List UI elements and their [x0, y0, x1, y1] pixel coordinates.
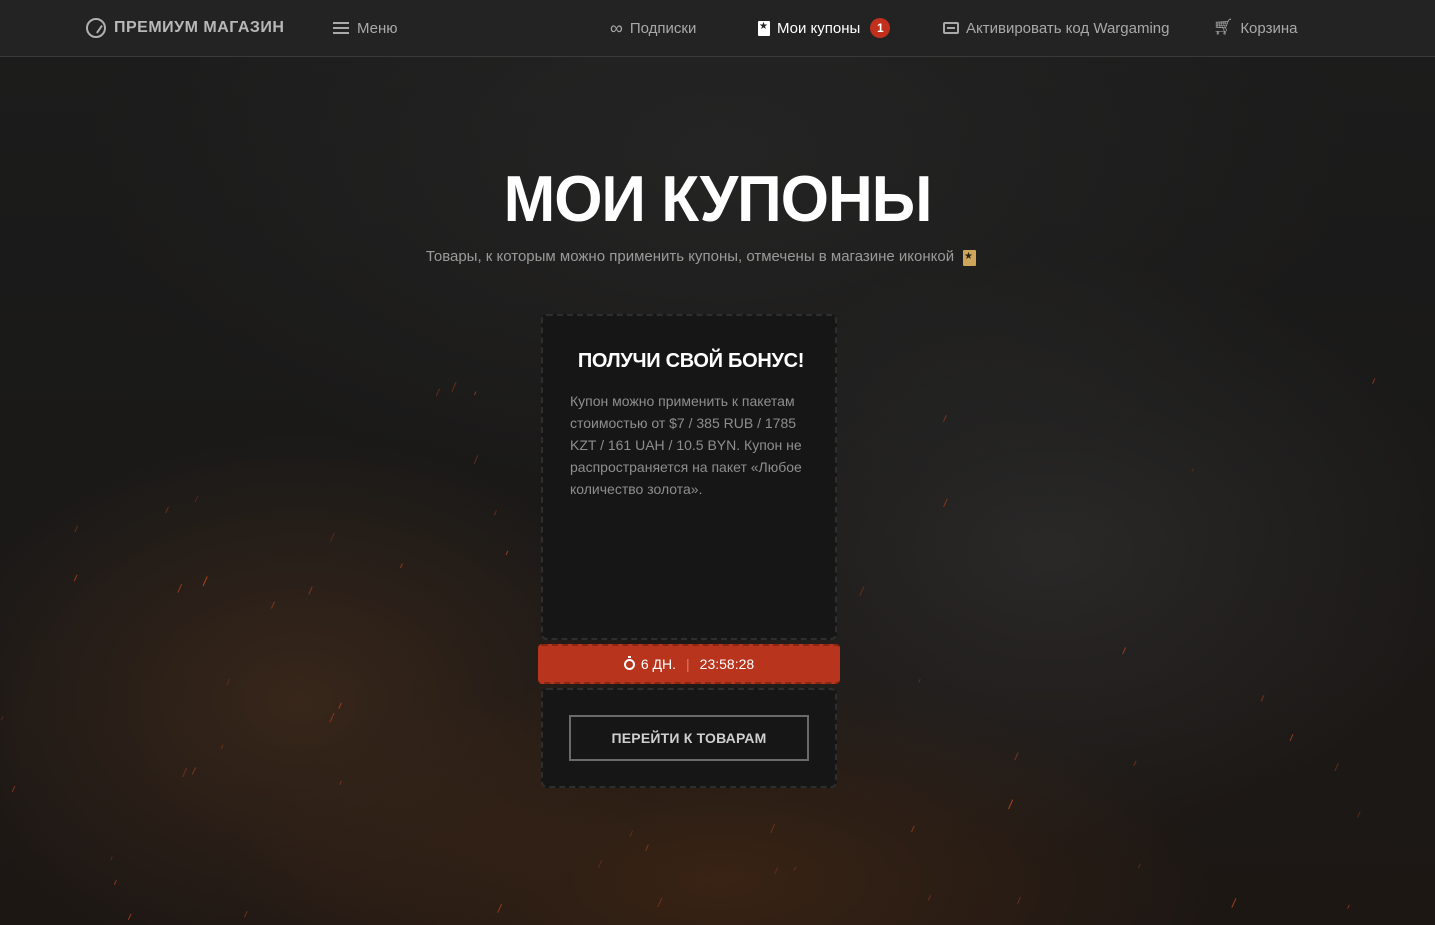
ember-spark — [330, 532, 335, 542]
ember-spark — [399, 563, 403, 569]
ember-spark — [73, 574, 78, 582]
coupon-description: Купон можно применить к пакетам стоимост… — [570, 393, 802, 497]
go-to-products-button[interactable]: ПЕРЕЙТИ К ТОВАРАМ — [569, 715, 809, 761]
ember-spark — [226, 678, 231, 686]
ember-spark — [774, 866, 779, 875]
ember-spark — [493, 510, 497, 516]
page-subtitle: Товары, к которым можно применить купоны… — [425, 248, 955, 265]
timer-time: 23:58:28 — [699, 656, 755, 672]
ember-spark — [657, 897, 663, 908]
ember-spark — [918, 678, 921, 683]
nav-subscriptions[interactable]: ∞ Подписки — [610, 17, 696, 39]
ember-spark — [1260, 695, 1265, 702]
ember-spark — [770, 823, 776, 833]
ember-spark — [859, 586, 865, 596]
coupon-timer: 6 ДН. | 23:58:28 — [538, 644, 840, 684]
ember-spark — [74, 525, 79, 533]
coupon-icon — [758, 20, 770, 36]
ember-spark — [1289, 734, 1294, 741]
ember-spark — [11, 785, 16, 793]
ember-spark — [194, 495, 199, 503]
timer-separator: | — [686, 656, 690, 672]
nav-my-coupons[interactable]: Мои купоны 1 — [758, 17, 891, 39]
stopwatch-icon — [623, 655, 635, 670]
ember-spark — [1014, 752, 1019, 761]
ember-spark — [329, 712, 335, 723]
ember-spark — [473, 391, 477, 396]
ember-spark — [645, 844, 649, 852]
ember-spark — [1347, 904, 1350, 909]
ember-spark — [1137, 863, 1141, 869]
nav-my-coupons-label: Мои купоны — [777, 19, 861, 37]
ember-spark — [0, 716, 4, 721]
ember-spark — [270, 601, 275, 609]
cart-icon: 🛒︎ — [1213, 19, 1234, 36]
ember-spark — [308, 586, 313, 595]
menu-button[interactable]: Меню — [333, 17, 398, 39]
ember-spark — [1122, 647, 1126, 654]
ember-spark — [497, 903, 503, 913]
nav-activate-code[interactable]: Активировать код Wargaming — [943, 17, 1169, 39]
ember-spark — [598, 860, 603, 868]
ember-spark — [338, 702, 342, 709]
coupon-title: ПОЛУЧИ СВОЙ БОНУС! — [577, 350, 805, 372]
ember-spark — [1133, 760, 1137, 766]
coupon-card: ПОЛУЧИ СВОЙ БОНУС! Купон можно применить… — [538, 314, 840, 788]
ember-spark — [505, 550, 509, 556]
page: ПРЕМИУМ МАГАЗИН Меню ∞ Подписки Мои купо… — [0, 0, 1435, 925]
ember-spark — [182, 767, 188, 778]
menu-label: Меню — [357, 19, 398, 37]
ember-spark — [629, 830, 633, 838]
ember-spark — [220, 744, 224, 750]
ember-spark — [473, 455, 479, 464]
coupon-marker-icon — [963, 250, 976, 266]
ember-spark — [793, 866, 797, 871]
ember-spark — [110, 856, 113, 861]
nav-cart-label: Корзина — [1240, 19, 1298, 37]
timer-days: 6 ДН. — [640, 656, 677, 672]
card-icon — [943, 22, 959, 34]
ember-spark — [127, 913, 132, 921]
ember-spark — [1191, 468, 1194, 473]
ember-spark — [244, 910, 248, 918]
nav-activate-code-label: Активировать код Wargaming — [966, 19, 1170, 37]
ember-spark — [435, 388, 440, 397]
ember-spark — [1334, 763, 1339, 771]
nav-cart[interactable]: 🛒︎ Корзина — [1213, 17, 1297, 39]
ember-spark — [1357, 811, 1361, 818]
brand-name: ПРЕМИУМ МАГАЗИН — [114, 19, 285, 36]
page-title: МОИ КУПОНЫ — [503, 163, 933, 236]
ember-spark — [942, 415, 947, 422]
ember-spark — [910, 825, 915, 833]
coupon-card-body: ПОЛУЧИ СВОЙ БОНУС! Купон можно применить… — [541, 314, 837, 640]
ember-spark — [1231, 898, 1237, 908]
brand-link[interactable]: ПРЕМИУМ МАГАЗИН — [86, 17, 284, 39]
ember-spark — [177, 583, 183, 593]
ember-spark — [451, 381, 457, 392]
ember-spark — [339, 780, 342, 786]
ember-spark — [202, 576, 208, 587]
premium-logo-icon — [86, 18, 106, 38]
coupons-count-badge: 1 — [870, 18, 891, 38]
ember-spark — [943, 498, 948, 508]
ember-spark — [927, 895, 932, 901]
top-navigation-bar: ПРЕМИУМ МАГАЗИН Меню ∞ Подписки Мои купо… — [0, 0, 1435, 57]
nav-subscriptions-label: Подписки — [629, 19, 697, 37]
ember-spark — [191, 767, 196, 775]
ember-spark — [165, 506, 169, 514]
hamburger-icon — [333, 22, 349, 34]
ember-spark — [1372, 378, 1376, 385]
ember-spark — [113, 879, 117, 886]
ember-spark — [1016, 896, 1022, 905]
infinity-icon: ∞ — [610, 18, 623, 38]
ember-spark — [1008, 799, 1014, 810]
